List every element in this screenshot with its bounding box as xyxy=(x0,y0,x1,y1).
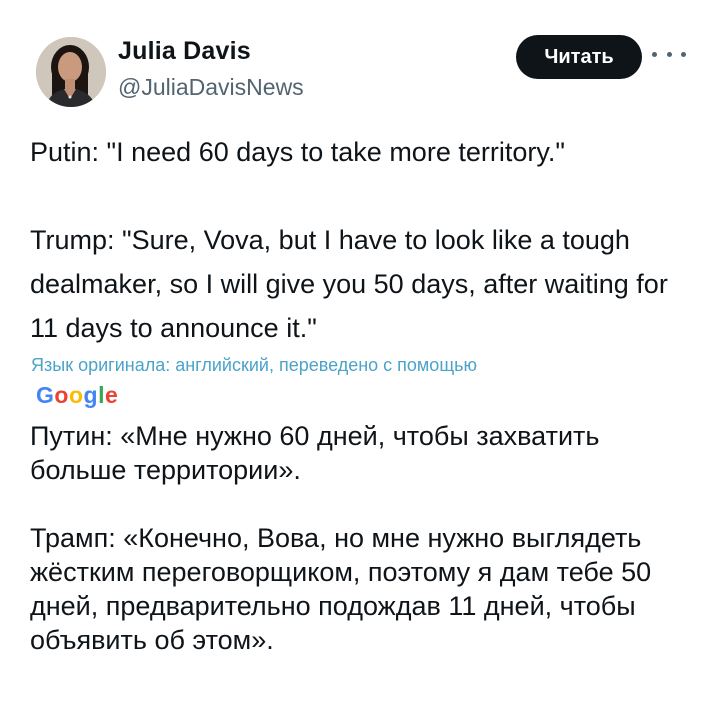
avatar-image xyxy=(36,37,106,107)
google-logo-letter: g xyxy=(83,382,99,408)
more-dot xyxy=(681,51,686,57)
translation-note[interactable]: Язык оригинала: английский, переведено с… xyxy=(31,355,477,376)
google-logo-text: Google xyxy=(36,382,118,408)
tweet-card: Julia Davis @JuliaDavisNews Читать Putin… xyxy=(0,0,720,710)
avatar[interactable] xyxy=(36,37,106,107)
follow-button[interactable]: Читать xyxy=(516,35,642,79)
tweet-text: Putin: "I need 60 days to take more terr… xyxy=(30,137,668,343)
google-logo-letter: e xyxy=(104,382,119,408)
more-dot xyxy=(666,51,672,57)
google-logo: Google xyxy=(36,382,118,409)
google-logo-letter: l xyxy=(98,382,105,408)
translated-text: Путин: «Мне нужно 60 дней, чтобы захвати… xyxy=(30,421,652,655)
google-logo-letter: o xyxy=(68,382,84,408)
more-dot xyxy=(652,51,657,57)
author-name[interactable]: Julia Davis xyxy=(118,37,251,66)
google-logo-letter: G xyxy=(36,382,55,408)
author-handle[interactable]: @JuliaDavisNews xyxy=(118,74,304,101)
google-logo-letter: o xyxy=(54,382,69,408)
more-options-icon[interactable] xyxy=(652,44,686,64)
